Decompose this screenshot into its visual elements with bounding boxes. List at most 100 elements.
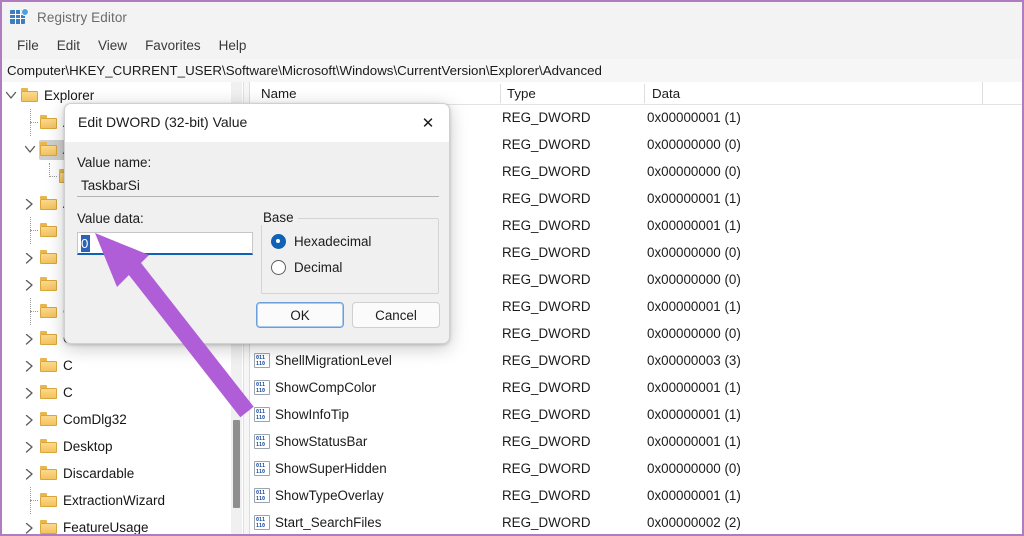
value-data-field[interactable]: 0 — [77, 232, 253, 255]
value-type-cell: REG_DWORD — [502, 407, 591, 422]
dialog-title: Edit DWORD (32-bit) Value — [78, 114, 248, 130]
tree-item-desktop[interactable]: Desktop — [2, 433, 250, 460]
value-data-cell: 0x00000000 (0) — [647, 461, 741, 476]
radio-decimal[interactable]: Decimal — [271, 260, 342, 275]
column-divider-3[interactable] — [982, 82, 983, 104]
chevron-right-icon[interactable] — [21, 379, 39, 406]
tree-item-content[interactable]: Discardable — [39, 464, 139, 484]
menu-item-file[interactable]: File — [8, 36, 48, 56]
list-column-header: Name Type Data — [251, 82, 1022, 105]
value-data-cell: 0x00000001 (1) — [647, 434, 741, 449]
chevron-right-icon[interactable] — [21, 244, 39, 271]
registry-editor-icon — [10, 8, 29, 26]
column-header-type[interactable]: Type — [501, 82, 646, 104]
registry-editor-window: Registry Editor File Edit View Favorites… — [0, 0, 1024, 536]
menu-item-help[interactable]: Help — [210, 36, 256, 56]
folder-icon — [40, 304, 57, 318]
value-type-cell: REG_DWORD — [502, 272, 591, 287]
value-row[interactable]: 011 110 ShowSuperHidden REG_DWORD 0x00000000… — [251, 455, 1022, 482]
value-type-cell: REG_DWORD — [502, 380, 591, 395]
tree-item-c[interactable]: C — [2, 352, 250, 379]
tree-item-label: C — [63, 357, 73, 373]
column-header-name[interactable]: Name — [255, 82, 502, 104]
radio-unselected-icon[interactable] — [271, 260, 286, 275]
tree-connector-line — [40, 163, 58, 190]
value-data-label: Value data: — [77, 211, 144, 226]
window-title: Registry Editor — [37, 9, 128, 25]
tree-item-content[interactable]: ComDlg32 — [39, 410, 132, 430]
value-data-input[interactable] — [81, 235, 253, 254]
ok-button[interactable]: OK — [256, 302, 344, 328]
folder-icon — [40, 250, 57, 264]
tree-item-c[interactable]: C — [2, 379, 250, 406]
value-type-cell: REG_DWORD — [502, 326, 591, 341]
tree-item-discardable[interactable]: Discardable — [2, 460, 250, 487]
value-name-cell[interactable]: 011 110 ShowInfoTip — [254, 401, 349, 428]
folder-icon — [40, 223, 57, 237]
tree-item-label: Desktop — [63, 438, 113, 454]
base-groupbox — [261, 218, 439, 294]
menu-item-favorites[interactable]: Favorites — [136, 36, 210, 56]
value-row[interactable]: 011 110 Start_SearchFiles REG_DWORD 0x000000… — [251, 509, 1022, 534]
value-type-cell: REG_DWORD — [502, 353, 591, 368]
value-type-cell: REG_DWORD — [502, 191, 591, 206]
tree-item-content[interactable]: Desktop — [39, 437, 118, 457]
close-icon[interactable]: ✕ — [413, 109, 443, 136]
radio-selected-icon[interactable] — [271, 234, 286, 249]
value-name-cell[interactable]: 011 110 ShellMigrationLevel — [254, 347, 392, 374]
value-name-cell[interactable]: 011 110 ShowSuperHidden — [254, 455, 387, 482]
value-row[interactable]: 011 110 ShowCompColor REG_DWORD 0x00000001 (… — [251, 374, 1022, 401]
chevron-right-icon[interactable] — [21, 433, 39, 460]
value-type-cell: REG_DWORD — [502, 515, 591, 530]
value-data-cell: 0x00000001 (1) — [647, 488, 741, 503]
tree-connector-line — [21, 109, 39, 136]
menu-item-view[interactable]: View — [89, 36, 136, 56]
value-name-input[interactable] — [77, 175, 439, 197]
tree-item-content[interactable]: FeatureUsage — [39, 518, 154, 535]
tree-item-content[interactable]: C — [39, 383, 78, 403]
chevron-right-icon[interactable] — [21, 190, 39, 217]
tree-connector-line — [21, 217, 39, 244]
value-row[interactable]: 011 110 ShowTypeOverlay REG_DWORD 0x00000001… — [251, 482, 1022, 509]
tree-item-content[interactable]: C — [39, 356, 78, 376]
tree-scrollbar-thumb[interactable] — [233, 420, 240, 508]
radio-hexadecimal[interactable]: Hexadecimal — [271, 234, 371, 249]
chevron-right-icon[interactable] — [21, 325, 39, 352]
cancel-button[interactable]: Cancel — [352, 302, 440, 328]
chevron-right-icon[interactable] — [21, 514, 39, 534]
value-name-label: Value name: — [77, 155, 152, 170]
title-bar: Registry Editor — [2, 2, 1022, 32]
value-data-cell: 0x00000001 (1) — [647, 380, 741, 395]
value-name-cell[interactable]: 011 110 ShowStatusBar — [254, 428, 367, 455]
value-row[interactable]: 011 110 ShellMigrationLevel REG_DWORD 0x0000… — [251, 347, 1022, 374]
value-name-cell[interactable]: 011 110 ShowCompColor — [254, 374, 376, 401]
folder-icon — [40, 115, 57, 129]
address-bar[interactable]: Computer\HKEY_CURRENT_USER\Software\Micr… — [2, 59, 1022, 83]
value-name-cell[interactable]: 011 110 Start_SearchFiles — [254, 509, 381, 534]
folder-icon — [40, 358, 57, 372]
column-divider-2[interactable] — [644, 84, 645, 103]
folder-icon — [40, 466, 57, 480]
value-row[interactable]: 011 110 ShowStatusBar REG_DWORD 0x00000001 (… — [251, 428, 1022, 455]
chevron-down-icon[interactable] — [21, 136, 39, 163]
menu-item-edit[interactable]: Edit — [48, 36, 89, 56]
tree-item-extractionwizard[interactable]: ExtractionWizard — [2, 487, 250, 514]
tree-item-content[interactable]: ExtractionWizard — [39, 491, 170, 511]
tree-item-label: FeatureUsage — [63, 519, 149, 535]
chevron-right-icon[interactable] — [21, 460, 39, 487]
chevron-down-icon[interactable] — [2, 82, 20, 109]
menu-bar: File Edit View Favorites Help — [2, 34, 1022, 58]
value-row[interactable]: 011 110 ShowInfoTip REG_DWORD 0x00000001 (1) — [251, 401, 1022, 428]
column-header-data[interactable]: Data — [646, 82, 982, 104]
chevron-right-icon[interactable] — [21, 271, 39, 298]
registry-path: Computer\HKEY_CURRENT_USER\Software\Micr… — [7, 63, 602, 78]
folder-icon — [40, 331, 57, 345]
value-data-cell: 0x00000001 (1) — [647, 407, 741, 422]
value-data-cell: 0x00000000 (0) — [647, 137, 741, 152]
value-name-text: ShowStatusBar — [275, 434, 368, 449]
tree-item-featureusage[interactable]: FeatureUsage — [2, 514, 250, 534]
chevron-right-icon[interactable] — [21, 352, 39, 379]
value-name-cell[interactable]: 011 110 ShowTypeOverlay — [254, 482, 384, 509]
tree-item-comdlg32[interactable]: ComDlg32 — [2, 406, 250, 433]
chevron-right-icon[interactable] — [21, 406, 39, 433]
